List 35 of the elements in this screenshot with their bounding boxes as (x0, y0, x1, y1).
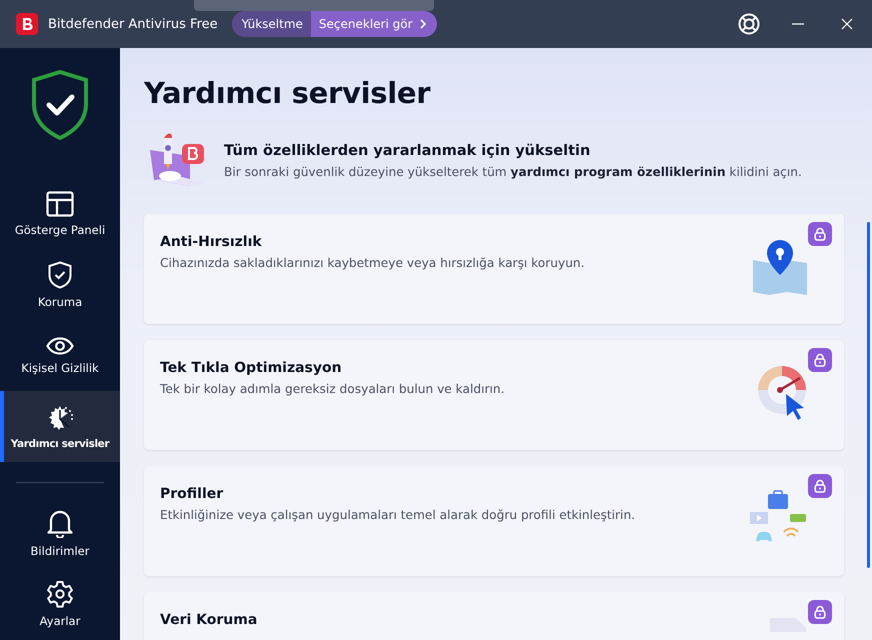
nav-item[interactable]: Koruma (0, 249, 120, 320)
app-logo-icon (16, 13, 38, 35)
feature-title: Veri Koruma (160, 612, 258, 628)
window-title: Bitdefender Antivirus Free (48, 16, 218, 32)
shield-icon (48, 260, 72, 288)
chevron-right-icon (418, 19, 427, 29)
feature-description: Tek bir kolay adımla gereksiz dosyaları bulun ve kaldırın. (160, 382, 506, 396)
feature-card[interactable]: Veri Koruma (144, 592, 844, 640)
nav-item[interactable]: Ayarlar (0, 568, 120, 639)
gauge-cursor-drawing (756, 364, 808, 420)
page-title: Yardımcı servisler (144, 76, 432, 110)
upgrade-title: Tüm özelliklerden yararlanmak için yükseltin (224, 143, 592, 159)
feature-card[interactable]: Tek Tıkla Optimizasyon Tek bir kolay adımla gereksiz dosyaları bulun ve kaldırın. (144, 340, 844, 450)
nav-item[interactable]: Gösterge Paneli (0, 178, 120, 249)
feature-description: Cihazınızda sakladıklarınızı kaybetmeye veya hırsızlığa karşı koruyun. (160, 256, 586, 270)
nav-item[interactable]: Yardımcı servisler (0, 391, 120, 462)
upgrade-label: Yükseltme (232, 11, 311, 37)
feature-title: Tek Tıkla Optimizasyon (160, 360, 343, 376)
nav-item[interactable]: Bildirimler (0, 497, 120, 568)
feature-title: Anti-Hırsızlık (160, 234, 263, 250)
settings-icon (46, 580, 74, 608)
layout-icon (46, 190, 74, 216)
feature-card[interactable]: Anti-Hırsızlık Cihazınızda sakladıklarınızı kaybetmeye veya hırsızlığa karşı koruyun. (144, 214, 844, 324)
feature-card[interactable]: Profiller Etkinliğinize veya çalışan uygulamaları temel alarak doğru profili etkinleştirin. (144, 466, 844, 576)
see-options-button[interactable]: Seçenekleri gör (310, 11, 437, 37)
lifebuoy-icon (738, 13, 760, 35)
nav-item[interactable]: Kişisel Gizlilik (0, 320, 120, 391)
feature-title: Profiller (160, 486, 224, 502)
feature-description: Etkinliğinize veya çalışan uygulamaları temel alarak doğru profili etkinleştirin. (160, 508, 636, 522)
map-pin-drawing (752, 238, 808, 296)
eye-icon (46, 336, 74, 354)
scrollbar-thumb[interactable] (867, 222, 870, 568)
document-drawing (768, 616, 808, 632)
upgrade-description: Bir sonraki güvenlik düzeyine yükselterek tüm yardımcı program özelliklerinin kilidini açın. (224, 165, 802, 179)
close-icon (841, 18, 853, 30)
